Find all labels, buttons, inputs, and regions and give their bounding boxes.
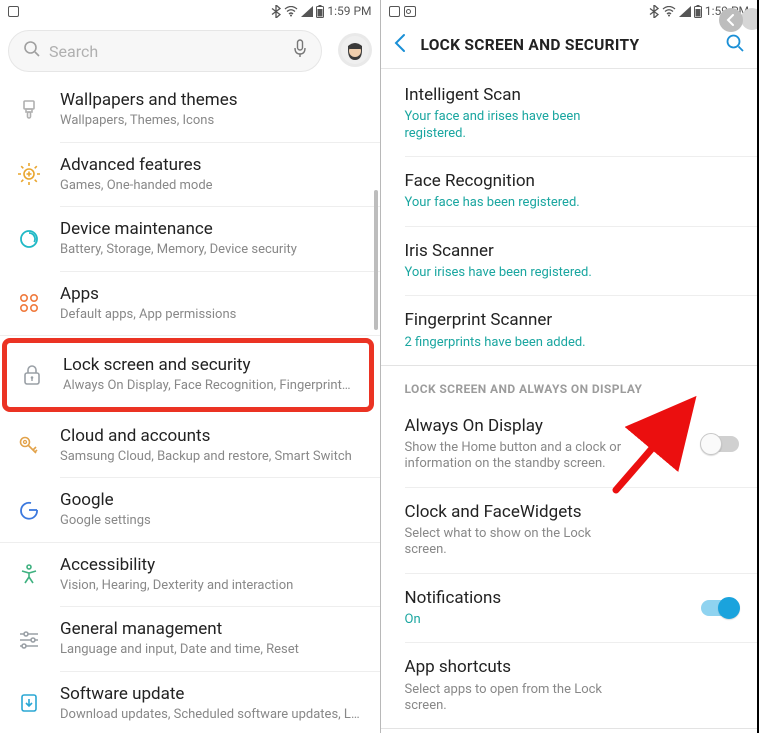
bluetooth-icon — [649, 5, 659, 18]
app-icon — [8, 6, 19, 17]
overlay-dot — [741, 8, 757, 30]
item-sub: Download updates, Scheduled software upd… — [60, 707, 366, 723]
item-fingerprint-scanner[interactable]: Fingerprint Scanner 2 fingerprints have … — [381, 296, 758, 365]
signal-icon — [679, 6, 691, 17]
wifi-icon — [284, 6, 298, 17]
gear-plus-icon — [14, 162, 44, 186]
item-iris-scanner[interactable]: Iris Scanner Your irises have been regis… — [381, 227, 758, 296]
item-sub: Select what to show on the Lock screen. — [405, 526, 635, 559]
signal-icon — [301, 6, 313, 17]
settings-item-wallpapers[interactable]: Wallpapers and themes Wallpapers, Themes… — [0, 78, 380, 142]
item-sub: Language and input, Date and time, Reset — [60, 642, 366, 658]
status-bar: 1:59 PM — [0, 0, 380, 22]
item-title: Lock screen and security — [63, 355, 355, 376]
item-face-recognition[interactable]: Face Recognition Your face has been regi… — [381, 157, 758, 226]
back-dot-icon — [719, 8, 743, 32]
settings-item-general[interactable]: General management Language and input, D… — [0, 607, 380, 671]
item-sub: Wallpapers, Themes, Icons — [60, 113, 366, 129]
mic-icon[interactable] — [293, 39, 307, 63]
item-sub: 2 fingerprints have been added. — [405, 335, 635, 351]
item-title: Fingerprint Scanner — [405, 310, 742, 330]
avatar[interactable] — [338, 33, 372, 67]
battery-icon — [316, 5, 324, 18]
item-title: Iris Scanner — [405, 241, 742, 261]
item-sub: Vision, Hearing, Dexterity and interacti… — [60, 578, 366, 594]
page-title: LOCK SCREEN AND SECURITY — [421, 36, 726, 54]
accessibility-icon — [14, 562, 44, 586]
settings-item-cloud[interactable]: Cloud and accounts Samsung Cloud, Backup… — [0, 414, 380, 478]
toggle-notifications[interactable] — [701, 600, 739, 616]
item-title: Advanced features — [60, 155, 366, 176]
search-bar[interactable]: Search — [8, 30, 322, 72]
item-title: Intelligent Scan — [405, 85, 742, 105]
battery-icon — [694, 5, 702, 18]
lock-icon — [17, 363, 47, 387]
toggle-always-on[interactable] — [701, 436, 739, 452]
item-sub: Samsung Cloud, Backup and restore, Smart… — [60, 449, 366, 465]
download-icon — [14, 691, 44, 715]
item-title: Always On Display — [405, 416, 742, 436]
item-sub: Your face has been registered. — [405, 195, 635, 211]
lock-screen-security-screen: 1:59 PM LOCK SCREEN AND SECURITY Intelli… — [380, 0, 758, 733]
settings-item-advanced[interactable]: Advanced features Games, One-handed mode — [0, 143, 380, 207]
highlight-lock-screen: Lock screen and security Always On Displ… — [2, 338, 374, 412]
header: LOCK SCREEN AND SECURITY — [381, 22, 758, 68]
section-header-lockscreen: LOCK SCREEN AND ALWAYS ON DISPLAY — [381, 366, 758, 402]
item-sub: Always On Display, Face Recognition, Fin… — [63, 378, 355, 394]
brush-icon — [14, 98, 44, 122]
item-title: Clock and FaceWidgets — [405, 502, 742, 522]
item-title: Accessibility — [60, 555, 366, 576]
item-title: App shortcuts — [405, 657, 742, 677]
settings-item-accessibility[interactable]: Accessibility Vision, Hearing, Dexterity… — [0, 543, 380, 607]
security-list: Intelligent Scan Your face and irises ha… — [381, 69, 758, 733]
item-intelligent-scan[interactable]: Intelligent Scan Your face and irises ha… — [381, 71, 758, 156]
item-sub: Games, One-handed mode — [60, 178, 366, 194]
section-header-security: SECURITY — [381, 729, 758, 733]
settings-item-lock-screen[interactable]: Lock screen and security Always On Displ… — [7, 343, 369, 407]
settings-list: Wallpapers and themes Wallpapers, Themes… — [0, 78, 380, 733]
search-icon[interactable] — [725, 33, 745, 57]
app-icon — [389, 6, 400, 17]
item-sub: Default apps, App permissions — [60, 307, 366, 323]
settings-item-apps[interactable]: Apps Default apps, App permissions — [0, 272, 380, 336]
settings-screen: 1:59 PM Search Wallpapers and themes Wal… — [0, 0, 380, 733]
item-title: Software update — [60, 684, 366, 705]
image-icon — [404, 6, 416, 17]
back-icon[interactable] — [393, 33, 407, 57]
settings-item-google[interactable]: Google Google settings — [0, 478, 380, 542]
item-always-on-display[interactable]: Always On Display Show the Home button a… — [381, 402, 758, 487]
circle-icon — [14, 227, 44, 251]
settings-item-software-update[interactable]: Software update Download updates, Schedu… — [0, 672, 380, 733]
search-icon — [23, 40, 41, 62]
item-title: Wallpapers and themes — [60, 90, 366, 111]
item-sub: Your face and irises have been registere… — [405, 109, 635, 142]
item-sub: On — [405, 612, 635, 628]
item-title: Device maintenance — [60, 219, 366, 240]
item-sub: Battery, Storage, Memory, Device securit… — [60, 242, 366, 258]
item-title: Apps — [60, 284, 366, 305]
google-icon — [14, 498, 44, 522]
scrollbar[interactable] — [373, 80, 379, 340]
key-icon — [14, 433, 44, 457]
apps-icon — [14, 291, 44, 315]
item-sub: Show the Home button and a clock or info… — [405, 440, 635, 473]
item-title: General management — [60, 619, 366, 640]
sliders-icon — [14, 627, 44, 651]
item-title: Notifications — [405, 588, 742, 608]
item-title: Cloud and accounts — [60, 426, 366, 447]
item-notifications[interactable]: Notifications On — [381, 574, 758, 643]
item-clock-facewidgets[interactable]: Clock and FaceWidgets Select what to sho… — [381, 488, 758, 573]
item-title: Google — [60, 490, 366, 511]
wifi-icon — [662, 6, 676, 17]
search-placeholder: Search — [49, 42, 293, 61]
status-bar: 1:59 PM — [381, 0, 758, 22]
item-sub: Google settings — [60, 513, 366, 529]
settings-item-device-maintenance[interactable]: Device maintenance Battery, Storage, Mem… — [0, 207, 380, 271]
status-time: 1:59 PM — [327, 4, 371, 18]
item-sub: Your irises have been registered. — [405, 265, 635, 281]
bluetooth-icon — [271, 5, 281, 18]
item-app-shortcuts[interactable]: App shortcuts Select apps to open from t… — [381, 643, 758, 728]
item-title: Face Recognition — [405, 171, 742, 191]
item-sub: Select apps to open from the Lock screen… — [405, 682, 635, 715]
